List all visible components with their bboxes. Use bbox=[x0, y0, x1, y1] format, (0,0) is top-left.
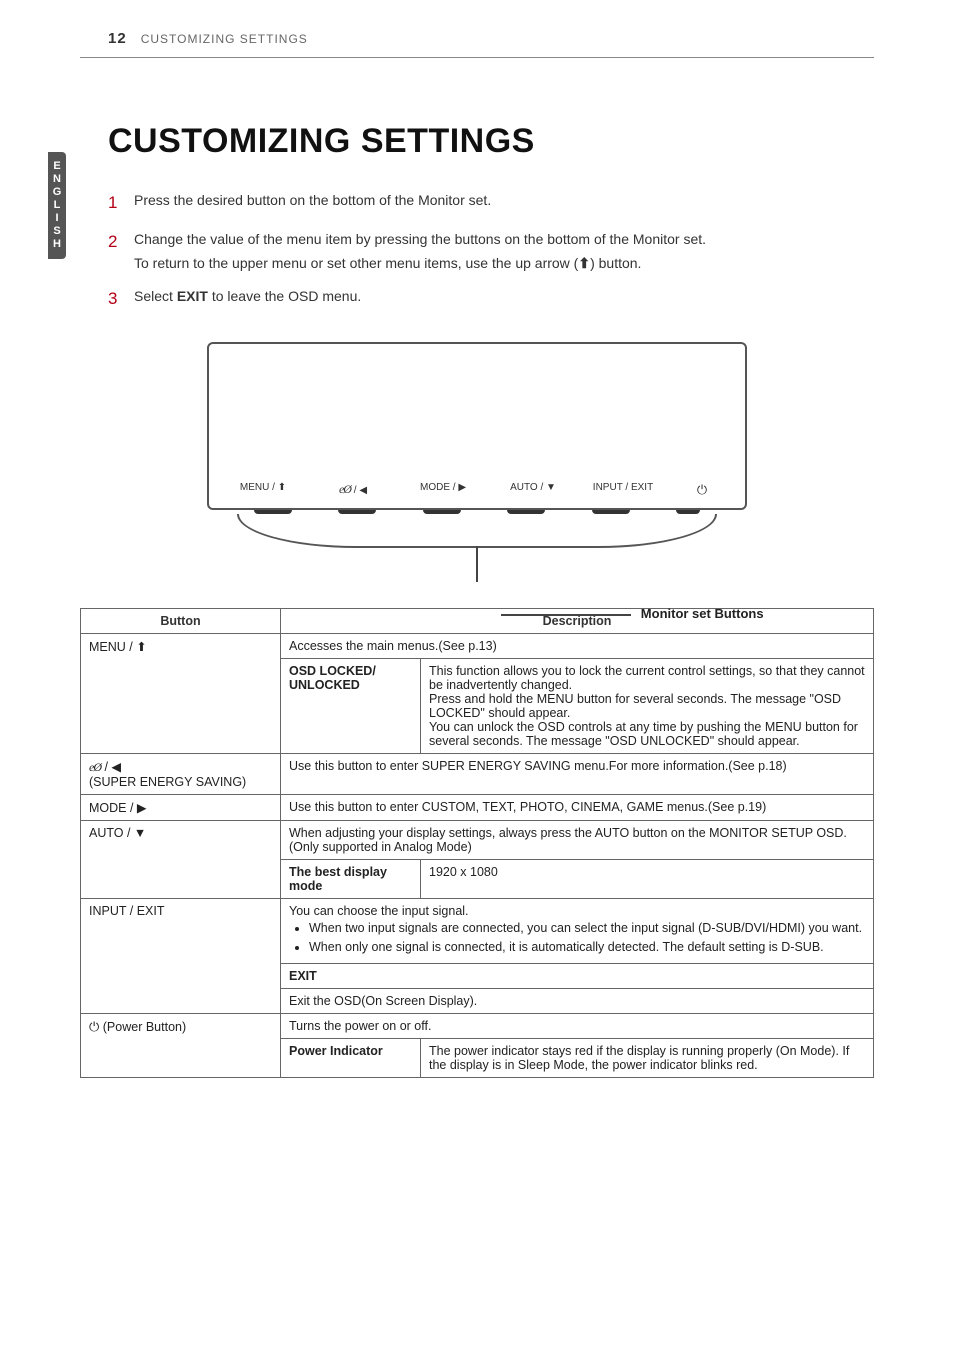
input-button-label: INPUT / EXIT bbox=[587, 482, 659, 498]
cell-button: MODE / ▶ bbox=[81, 795, 281, 821]
power-icon: ⏻ bbox=[89, 1019, 99, 1034]
table-row: MODE / ▶ Use this button to enter CUSTOM… bbox=[81, 795, 874, 821]
step-number: 3 bbox=[108, 285, 122, 314]
cell-desc: Use this button to enter CUSTOM, TEXT, P… bbox=[281, 795, 874, 821]
section-label: CUSTOMIZING SETTINGS bbox=[141, 32, 308, 46]
page-number: 12 bbox=[108, 30, 127, 47]
steps-list: 1 Press the desired button on the bottom… bbox=[108, 189, 874, 314]
list-item: When only one signal is connected, it is… bbox=[309, 939, 865, 956]
up-arrow-icon: ⬆ bbox=[578, 252, 590, 276]
th-button: Button bbox=[81, 609, 281, 634]
mode-button-label: MODE / ▶ bbox=[407, 482, 479, 498]
th-description: Description bbox=[281, 609, 874, 634]
cell-desc: Use this button to enter SUPER ENERGY SA… bbox=[281, 754, 874, 795]
cell-button: INPUT / EXIT bbox=[81, 899, 281, 1014]
up-arrow-icon: ⬆ bbox=[278, 482, 286, 493]
callout-label: Monitor set Buttons bbox=[641, 606, 764, 621]
button-label-row: MENU / ⬆ eØ / ◀ MODE / ▶ AUTO / ▼ INPUT … bbox=[209, 482, 745, 498]
button-description-table: Button Description MENU / ⬆ Accesses the… bbox=[80, 608, 874, 1078]
step-text: Press the desired button on the bottom o… bbox=[134, 189, 874, 218]
cell-desc: Exit the OSD(On Screen Display). bbox=[281, 989, 874, 1014]
callout-line-h bbox=[501, 614, 631, 616]
cell-button: eØ / ◀ (SUPER ENERGY SAVING) bbox=[81, 754, 281, 795]
cell-desc: You can choose the input signal. When tw… bbox=[281, 899, 874, 964]
step-number: 2 bbox=[108, 228, 122, 276]
monitor-diagram: MENU / ⬆ eØ / ◀ MODE / ▶ AUTO / ▼ INPUT … bbox=[80, 342, 874, 548]
cell-desc: Accesses the main menus.(See p.13) bbox=[281, 634, 874, 659]
eco-button-label: eØ / ◀ bbox=[317, 482, 389, 498]
cell-subhead: The best display mode bbox=[281, 860, 421, 899]
cell-subhead: EXIT bbox=[281, 964, 874, 989]
table-row: INPUT / EXIT You can choose the input si… bbox=[81, 899, 874, 964]
step-text: Change the value of the menu item by pre… bbox=[134, 228, 874, 276]
page-header: 12 CUSTOMIZING SETTINGS bbox=[80, 30, 874, 47]
step-2: 2 Change the value of the menu item by p… bbox=[108, 228, 874, 276]
cell-subhead: Power Indicator bbox=[281, 1039, 421, 1078]
power-button-label: ⏻ bbox=[677, 482, 727, 498]
cell-desc: When adjusting your display settings, al… bbox=[281, 821, 874, 860]
eco-icon: eØ bbox=[339, 482, 351, 496]
auto-button-label: AUTO / ▼ bbox=[497, 482, 569, 498]
cell-button: MENU / ⬆ bbox=[81, 634, 281, 754]
up-arrow-icon: ⬆ bbox=[136, 640, 146, 654]
cell-button: ⏻ (Power Button) bbox=[81, 1014, 281, 1078]
monitor-bezel: MENU / ⬆ eØ / ◀ MODE / ▶ AUTO / ▼ INPUT … bbox=[207, 342, 747, 510]
header-divider bbox=[80, 57, 874, 58]
step-number: 1 bbox=[108, 189, 122, 218]
step-text: Select EXIT to leave the OSD menu. bbox=[134, 285, 874, 314]
cell-subhead: OSD LOCKED/ UNLOCKED bbox=[281, 659, 421, 754]
bullet-list: When two input signals are connected, yo… bbox=[289, 920, 865, 956]
power-icon: ⏻ bbox=[697, 482, 707, 497]
cell-desc: Turns the power on or off. bbox=[281, 1014, 874, 1039]
cell-button: AUTO / ▼ bbox=[81, 821, 281, 899]
callout-line-v bbox=[476, 546, 478, 582]
step-1: 1 Press the desired button on the bottom… bbox=[108, 189, 874, 218]
cell-value: 1920 x 1080 bbox=[421, 860, 874, 899]
page-title: CUSTOMIZING SETTINGS bbox=[108, 122, 874, 161]
list-item: When two input signals are connected, yo… bbox=[309, 920, 865, 937]
monitor-stand: Monitor set Buttons bbox=[237, 514, 717, 548]
eco-icon: eØ bbox=[89, 760, 101, 774]
step-3: 3 Select EXIT to leave the OSD menu. bbox=[108, 285, 874, 314]
table-row: MENU / ⬆ Accesses the main menus.(See p.… bbox=[81, 634, 874, 659]
cell-desc: This function allows you to lock the cur… bbox=[421, 659, 874, 754]
language-tab: ENGLISH bbox=[48, 152, 66, 259]
table-row: eØ / ◀ (SUPER ENERGY SAVING) Use this bu… bbox=[81, 754, 874, 795]
cell-desc: The power indicator stays red if the dis… bbox=[421, 1039, 874, 1078]
menu-button-label: MENU / ⬆ bbox=[227, 482, 299, 498]
table-row: AUTO / ▼ When adjusting your display set… bbox=[81, 821, 874, 860]
table-row: ⏻ (Power Button) Turns the power on or o… bbox=[81, 1014, 874, 1039]
